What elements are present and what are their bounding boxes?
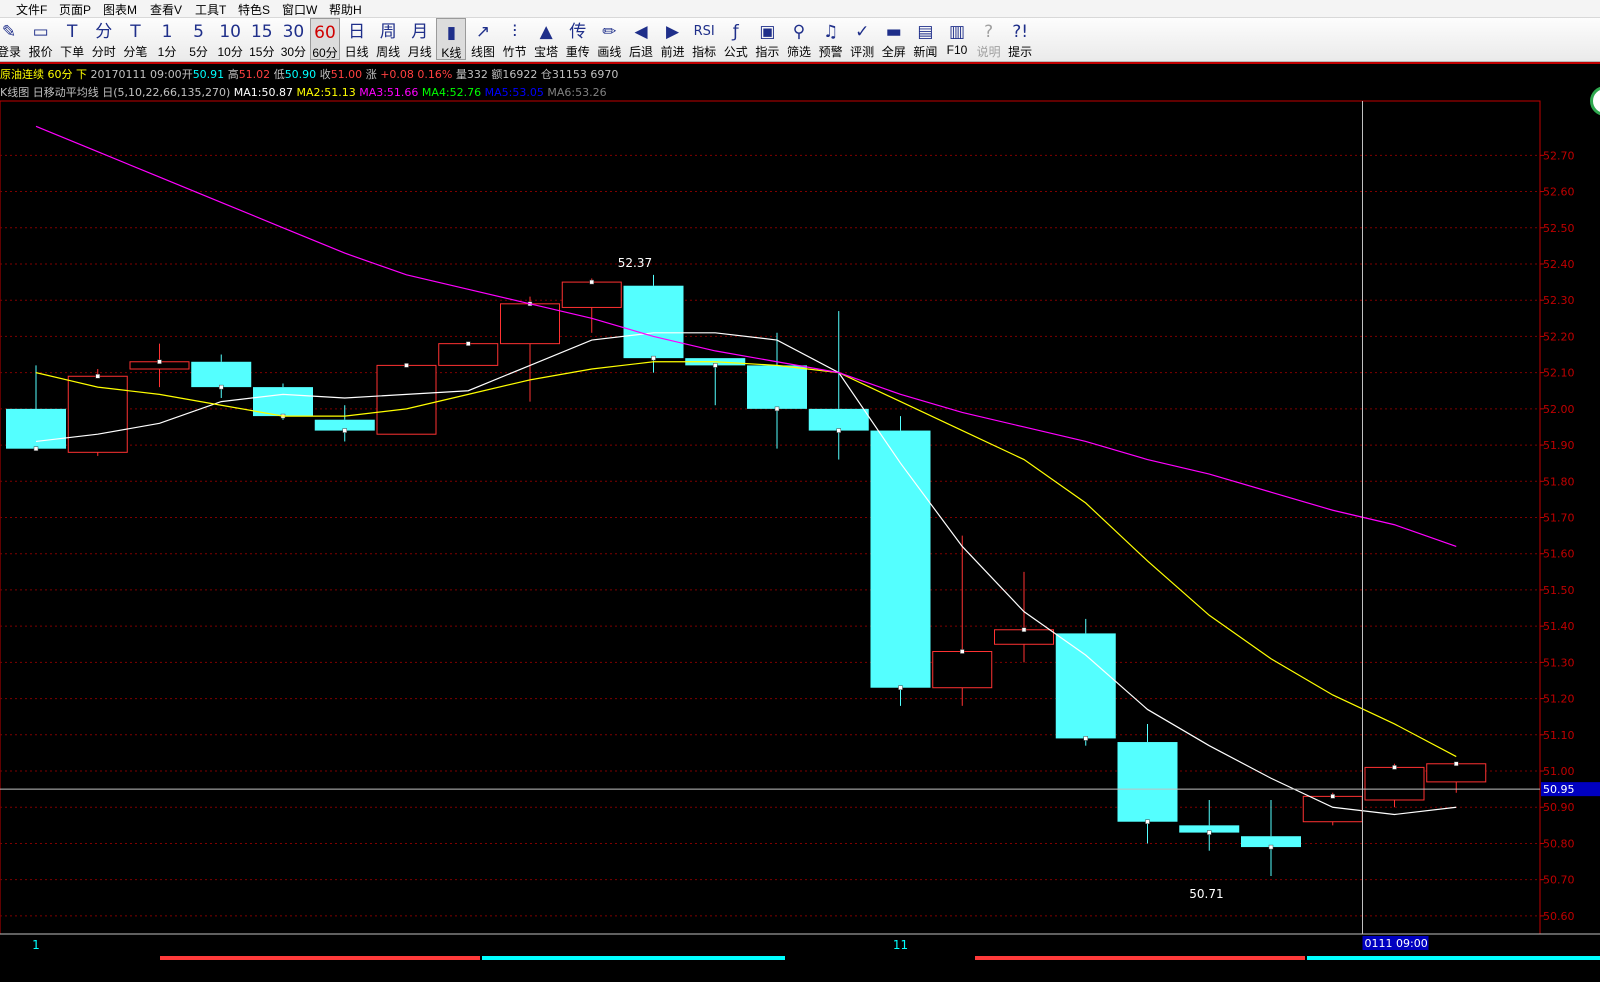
x-tick-label: 1 <box>32 938 40 952</box>
x-tick-label: 11 <box>893 938 908 952</box>
close-marker <box>219 384 224 390</box>
close-marker <box>1454 761 1459 767</box>
bottom-tab-0 <box>160 956 480 960</box>
close-marker <box>1268 844 1274 850</box>
close-marker <box>404 363 409 368</box>
candle-body <box>747 365 807 409</box>
close-marker <box>1330 794 1335 799</box>
candle-body <box>932 651 993 689</box>
y-tick-label: 52.30 <box>1543 294 1575 307</box>
y-tick-label: 52.00 <box>1543 403 1575 416</box>
y-tick-label: 52.10 <box>1543 367 1575 380</box>
candle-body <box>1117 742 1178 822</box>
y-tick-label: 50.80 <box>1543 837 1575 850</box>
bottom-tab-1 <box>482 956 785 960</box>
close-marker <box>713 363 718 368</box>
y-tick-label: 51.50 <box>1543 584 1575 597</box>
y-tick-label: 51.80 <box>1543 475 1575 488</box>
bottom-tab-2 <box>975 956 1305 960</box>
close-marker <box>1392 765 1397 770</box>
candle-body <box>500 303 560 345</box>
candle-body <box>438 343 499 366</box>
candle-body <box>1055 633 1116 739</box>
y-tick-label: 52.60 <box>1543 186 1575 199</box>
y-tick-label: 51.40 <box>1543 620 1575 633</box>
y-tick-label: 51.20 <box>1543 693 1575 706</box>
ma-line-ma2 <box>35 361 1457 758</box>
close-marker <box>651 355 656 361</box>
price-annotation: 50.71 <box>1189 887 1223 901</box>
y-tick-label: 50.90 <box>1543 801 1575 814</box>
candle-body <box>623 285 684 359</box>
close-marker <box>1021 627 1027 633</box>
candle-body <box>1302 795 1363 823</box>
close-marker <box>1145 819 1150 824</box>
y-tick-label: 50.70 <box>1543 874 1575 887</box>
candle-body <box>253 387 313 417</box>
close-marker <box>157 359 162 365</box>
close-marker <box>836 428 841 433</box>
y-tick-label: 52.70 <box>1543 149 1575 162</box>
candle-body <box>870 430 931 688</box>
close-marker <box>33 446 39 451</box>
close-marker <box>466 341 471 346</box>
close-marker <box>342 428 347 433</box>
y-tick-label: 51.00 <box>1543 765 1575 778</box>
y-tick-label: 51.10 <box>1543 729 1575 742</box>
y-tick-label: 51.60 <box>1543 548 1575 561</box>
close-marker <box>1083 736 1088 741</box>
price-annotation: 52.37 <box>618 256 652 270</box>
candlestick-chart[interactable]: 52.70 52.60 52.50 52.40 52.30 52.20 52.10 52.00… <box>0 0 1600 982</box>
y-tick-label: 52.40 <box>1543 258 1575 271</box>
close-marker <box>898 685 903 690</box>
y-tick-label: 50.60 <box>1543 910 1575 923</box>
candle-body <box>1364 766 1425 801</box>
cursor-price-label: 50.95 <box>1543 783 1575 796</box>
y-tick-label: 51.90 <box>1543 439 1575 452</box>
close-marker <box>960 649 965 654</box>
close-marker <box>1207 830 1212 835</box>
bottom-tab-3 <box>1307 956 1600 960</box>
close-marker <box>774 406 780 412</box>
y-tick-label: 51.30 <box>1543 656 1575 669</box>
cursor-time-label: 0111 09:00 <box>1365 937 1428 950</box>
candle-body <box>191 361 252 388</box>
candle-body <box>376 364 437 435</box>
candle-body <box>808 408 869 431</box>
close-marker <box>95 374 100 379</box>
y-tick-label: 51.70 <box>1543 512 1575 525</box>
candle-body <box>6 408 66 449</box>
y-tick-label: 52.50 <box>1543 222 1575 235</box>
y-tick-label: 52.20 <box>1543 330 1575 343</box>
ma-line-ma1 <box>35 332 1457 816</box>
close-marker <box>589 279 594 285</box>
candle-body <box>1426 763 1487 783</box>
candle-body <box>561 281 622 308</box>
